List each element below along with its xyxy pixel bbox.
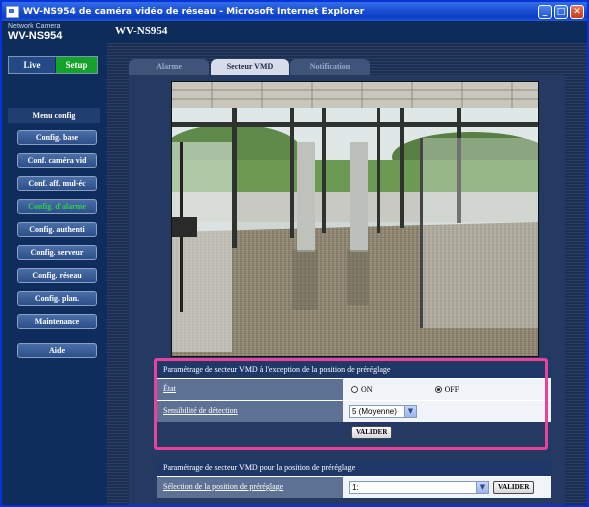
help-button[interactable]: Aide (17, 343, 97, 358)
vmd-non-preset-panel: Paramétrage de secteur VMD à l'exception… (157, 362, 551, 443)
chevron-down-icon[interactable]: ▼ (404, 406, 416, 417)
sidebar-item-server[interactable]: Config. serveur (17, 245, 97, 260)
preset-row: Sélection de la position de préréglage 1… (157, 476, 551, 498)
brand-model: WV-NS954 (8, 30, 63, 42)
menu-title: Menu config (8, 108, 100, 123)
title-bar[interactable]: WV-NS954 de caméra vidéo de réseau - Mic… (2, 2, 587, 21)
sensitivity-select-text: 5 (Moyenne) (352, 407, 397, 416)
sidebar-item-schedule[interactable]: Config. plan. (17, 291, 97, 306)
window-title: WV-NS954 de caméra vidéo de réseau - Mic… (23, 6, 365, 17)
setup-button[interactable]: Setup (56, 57, 97, 73)
panel2-title: Paramétrage de secteur VMD pour la posit… (157, 460, 551, 476)
sidebar-item-camera[interactable]: Conf. caméra vid (17, 153, 97, 168)
submit-button[interactable]: VALIDER (351, 426, 393, 439)
vmd-preset-panel: Paramétrage de secteur VMD pour la posit… (157, 460, 551, 498)
tab-alarm[interactable]: Alarme (129, 59, 209, 75)
sensitivity-row: Sensibilité de détection 5 (Moyenne) ▼ (157, 400, 551, 422)
preset-select-text: 1: (352, 483, 359, 492)
ie-icon (6, 5, 19, 18)
camera-image[interactable] (171, 81, 539, 357)
preset-select[interactable]: 1: ▼ (349, 481, 489, 494)
preset-label: Sélection de la position de préréglage (157, 477, 343, 498)
radio-on-label: ON (361, 385, 373, 394)
radio-off-label: OFF (444, 385, 460, 394)
sidebar-item-config-base[interactable]: Config. base (17, 130, 97, 145)
close-button[interactable]: ✕ (570, 4, 584, 19)
sidebar-item-multiscreen[interactable]: Conf. aff. mul-éc (17, 176, 97, 191)
sidebar-item-authentication[interactable]: Config. authenti (17, 222, 97, 237)
sensitivity-label: Sensibilité de détection (157, 401, 343, 422)
brand-small: Network Camera (8, 23, 61, 30)
state-label: État (157, 379, 343, 400)
page-header: Network Camera WV-NS954 WV-NS954 (2, 21, 587, 43)
panel1-actions: VALIDER (157, 422, 551, 443)
maximize-button[interactable]: □ (554, 4, 568, 19)
radio-on[interactable]: ON (351, 385, 373, 394)
radio-off[interactable]: OFF (434, 385, 460, 394)
minimize-button[interactable]: _ (538, 4, 552, 19)
radio-off-circle[interactable] (434, 386, 442, 393)
sensitivity-select[interactable]: 5 (Moyenne) ▼ (349, 405, 417, 418)
preset-value-cell: 1: ▼ VALIDER (343, 477, 551, 498)
radio-on-circle[interactable] (351, 386, 358, 393)
live-button[interactable]: Live (9, 57, 55, 73)
sensitivity-value-cell: 5 (Moyenne) ▼ (343, 401, 551, 422)
chevron-down-icon[interactable]: ▼ (476, 482, 488, 493)
sidebar: Live Setup Menu config Config. base Conf… (2, 43, 107, 505)
page-title: WV-NS954 (115, 25, 168, 37)
sidebar-item-alarm[interactable]: Config. d'alarme (17, 199, 97, 214)
preset-submit-button[interactable]: VALIDER (493, 481, 535, 494)
tab-notification[interactable]: Notification (290, 59, 370, 75)
mode-switch: Live Setup (8, 56, 98, 74)
sidebar-item-maintenance[interactable]: Maintenance (17, 314, 97, 329)
state-options: ON OFF (343, 379, 551, 400)
tab-vmd-area[interactable]: Secteur VMD (211, 59, 289, 75)
panel1-title: Paramétrage de secteur VMD à l'exception… (157, 362, 551, 378)
browser-window: WV-NS954 de caméra vidéo de réseau - Mic… (0, 0, 589, 507)
sidebar-item-network[interactable]: Config. réseau (17, 268, 97, 283)
camera-scene-illustration (172, 82, 538, 356)
state-row: État ON OFF (157, 378, 551, 400)
